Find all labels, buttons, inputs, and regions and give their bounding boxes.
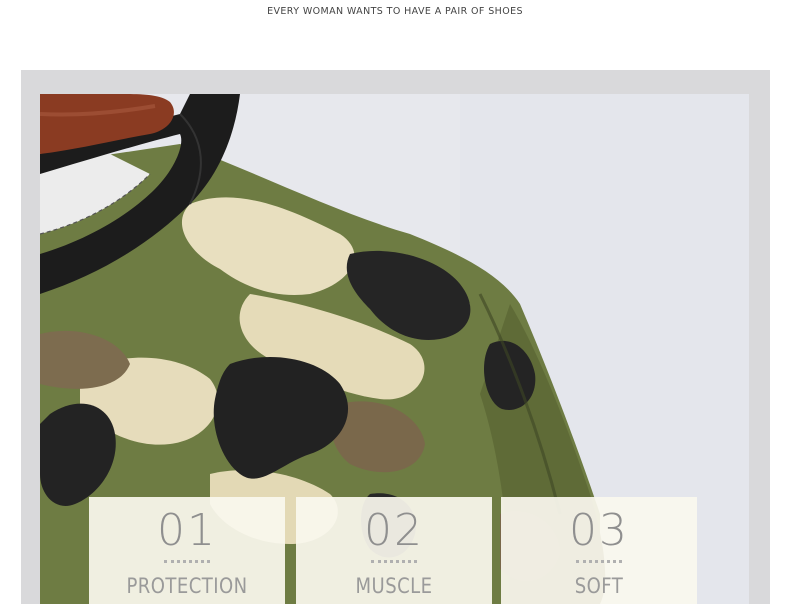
feature-label: MUSCLE	[355, 574, 433, 598]
feature-label: SOFT	[574, 574, 624, 598]
page-tagline: EVERY WOMAN WANTS TO HAVE A PAIR OF SHOE…	[267, 6, 523, 17]
feature-number: 03	[569, 505, 629, 556]
feature-card-protection: 01 PROTECTION	[89, 497, 285, 604]
feature-number: 01	[157, 505, 217, 556]
dotted-divider	[576, 560, 622, 566]
feature-label: PROTECTION	[126, 574, 248, 598]
feature-card-muscle: 02 MUSCLE	[296, 497, 492, 604]
dotted-divider	[164, 560, 210, 566]
feature-card-soft: 03 SOFT	[501, 497, 697, 604]
feature-number: 02	[364, 505, 424, 556]
dotted-divider	[371, 560, 417, 566]
